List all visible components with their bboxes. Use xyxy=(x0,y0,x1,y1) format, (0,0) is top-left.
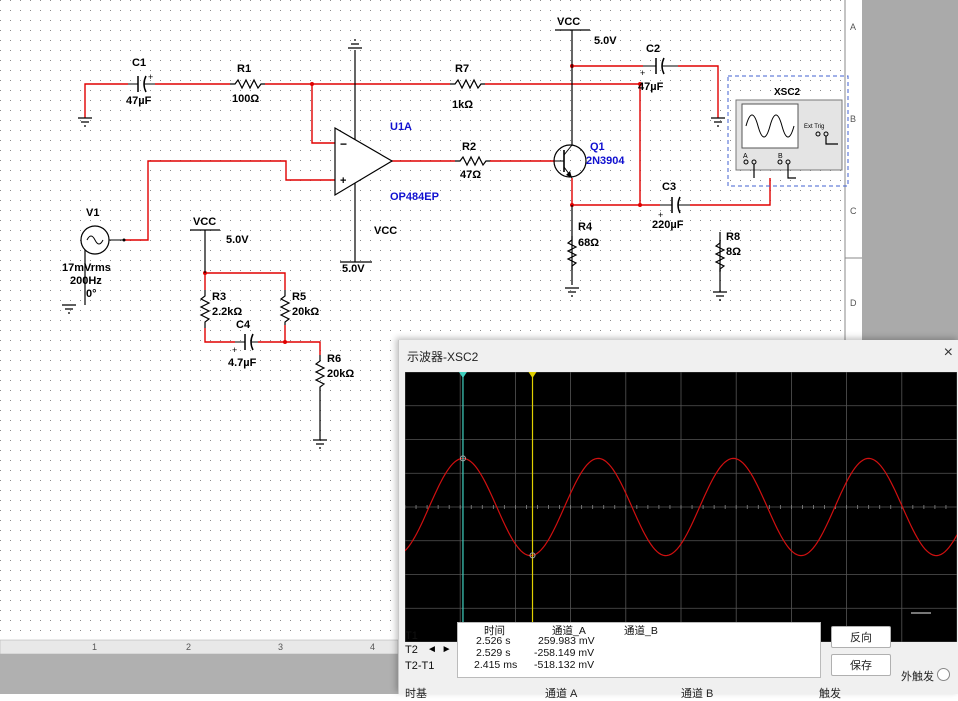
c4-name: C4 xyxy=(236,319,251,331)
t2-label: T2 xyxy=(405,644,418,656)
vcc-label-bias: VCC xyxy=(193,216,216,228)
r5-value: 20kΩ xyxy=(292,306,319,318)
c2-plus: + xyxy=(640,68,645,78)
c2-value: 47µF xyxy=(638,81,664,93)
r3-value: 2.2kΩ xyxy=(212,306,242,318)
r4-value: 68Ω xyxy=(578,237,599,249)
v1-amplitude: 17mVrms xyxy=(62,262,111,274)
xsc2-ch-b: B xyxy=(778,153,783,160)
u1a-value: OP484EP xyxy=(390,191,439,203)
r5-name: R5 xyxy=(292,291,306,303)
readout-t1-time: 2.526 s xyxy=(476,635,511,647)
border-letter-a: A xyxy=(850,22,856,32)
r1-value: 100Ω xyxy=(232,93,259,105)
readout-t1-a: 259.983 mV xyxy=(538,635,595,647)
dt-label: T2-T1 xyxy=(405,660,435,672)
u1a-name: U1A xyxy=(390,121,412,133)
c3-name: C3 xyxy=(662,181,676,193)
c3-value: 220µF xyxy=(652,219,684,231)
t1-arrows-icon[interactable]: ◄ ► xyxy=(427,630,453,641)
r2-name: R2 xyxy=(462,141,476,153)
readout-header-b: 通道_B xyxy=(624,625,658,637)
xsc2-ch-a: A xyxy=(743,153,748,160)
vcc-value-bias: 5.0V xyxy=(226,234,249,246)
scope-screen[interactable] xyxy=(404,371,958,643)
r8-name: R8 xyxy=(726,231,740,243)
c4-value: 4.7µF xyxy=(228,357,257,369)
r4-name: R4 xyxy=(578,221,593,233)
c2-name: C2 xyxy=(646,43,660,55)
t2-arrows-icon[interactable]: ◄ ► xyxy=(427,644,453,655)
vcc-label-q1: VCC xyxy=(557,16,580,28)
vcc-value-opamp: 5.0V xyxy=(342,263,365,275)
scope-grid xyxy=(404,371,958,643)
ruler-1: 1 xyxy=(92,642,97,652)
readout-dt-a: -518.132 mV xyxy=(534,659,595,671)
cursor-readout: 时间 通道_A 通道_B 2.526 s 259.983 mV 2.529 s … xyxy=(457,622,821,678)
xsc2-name: XSC2 xyxy=(774,87,801,98)
ruler-3: 3 xyxy=(278,642,283,652)
c1-plus: + xyxy=(148,72,153,82)
readout-dt-time: 2.415 ms xyxy=(474,659,518,671)
opamp-plus: + xyxy=(340,175,346,187)
t1-label: T1 xyxy=(405,630,418,642)
close-icon[interactable]: × xyxy=(944,344,953,362)
c4-plus: + xyxy=(232,345,237,355)
c1-name: C1 xyxy=(132,57,146,69)
xsc2-ext-trig: Ext Trig xyxy=(804,124,824,130)
opamp-minus: − xyxy=(340,137,347,151)
r6-name: R6 xyxy=(327,353,341,365)
ext-trigger-label: 外触发 xyxy=(901,671,934,683)
cursor-t2-handle[interactable] xyxy=(528,372,537,378)
channel-a-label: 通道 A xyxy=(545,688,578,700)
border-letter-c: C xyxy=(850,206,857,216)
q1-value: 2N3904 xyxy=(586,155,625,167)
oscilloscope-window[interactable]: 示波器-XSC2 × T1 ◄ ► T2 ◄ ► T2-T1 时间 通道_A 通… xyxy=(398,340,958,700)
save-button[interactable]: 保存 xyxy=(831,654,891,676)
channel-b-label: 通道 B xyxy=(681,688,714,700)
ruler-4: 4 xyxy=(370,642,375,652)
readout-t2-time: 2.529 s xyxy=(476,647,511,659)
r6-value: 20kΩ xyxy=(327,368,354,380)
timebase-label: 时基 xyxy=(405,688,427,700)
q1-name: Q1 xyxy=(590,141,605,153)
vcc-value-q1: 5.0V xyxy=(594,35,617,47)
scope-title: 示波器-XSC2 xyxy=(407,350,479,364)
r7-value: 1kΩ xyxy=(452,99,473,111)
r7-name: R7 xyxy=(455,63,469,75)
vcc-label-opamp: VCC xyxy=(374,225,397,237)
panel-resize-handle[interactable] xyxy=(911,612,931,614)
r8-value: 8Ω xyxy=(726,246,741,258)
v1-phase: 0° xyxy=(86,288,97,300)
reverse-button[interactable]: 反向 xyxy=(831,626,891,648)
ruler-2: 2 xyxy=(186,642,191,652)
border-letter-b: B xyxy=(850,114,856,124)
r3-name: R3 xyxy=(212,291,226,303)
c1-value: 47µF xyxy=(126,95,152,107)
border-letter-d: D xyxy=(850,298,857,308)
trigger-label: 触发 xyxy=(819,688,841,700)
ext-trigger-radio[interactable] xyxy=(937,668,950,681)
v1-frequency: 200Hz xyxy=(70,275,102,287)
r2-value: 47Ω xyxy=(460,169,481,181)
v1-name: V1 xyxy=(86,207,99,219)
r1-name: R1 xyxy=(237,63,251,75)
readout-t2-a: -258.149 mV xyxy=(534,647,595,659)
